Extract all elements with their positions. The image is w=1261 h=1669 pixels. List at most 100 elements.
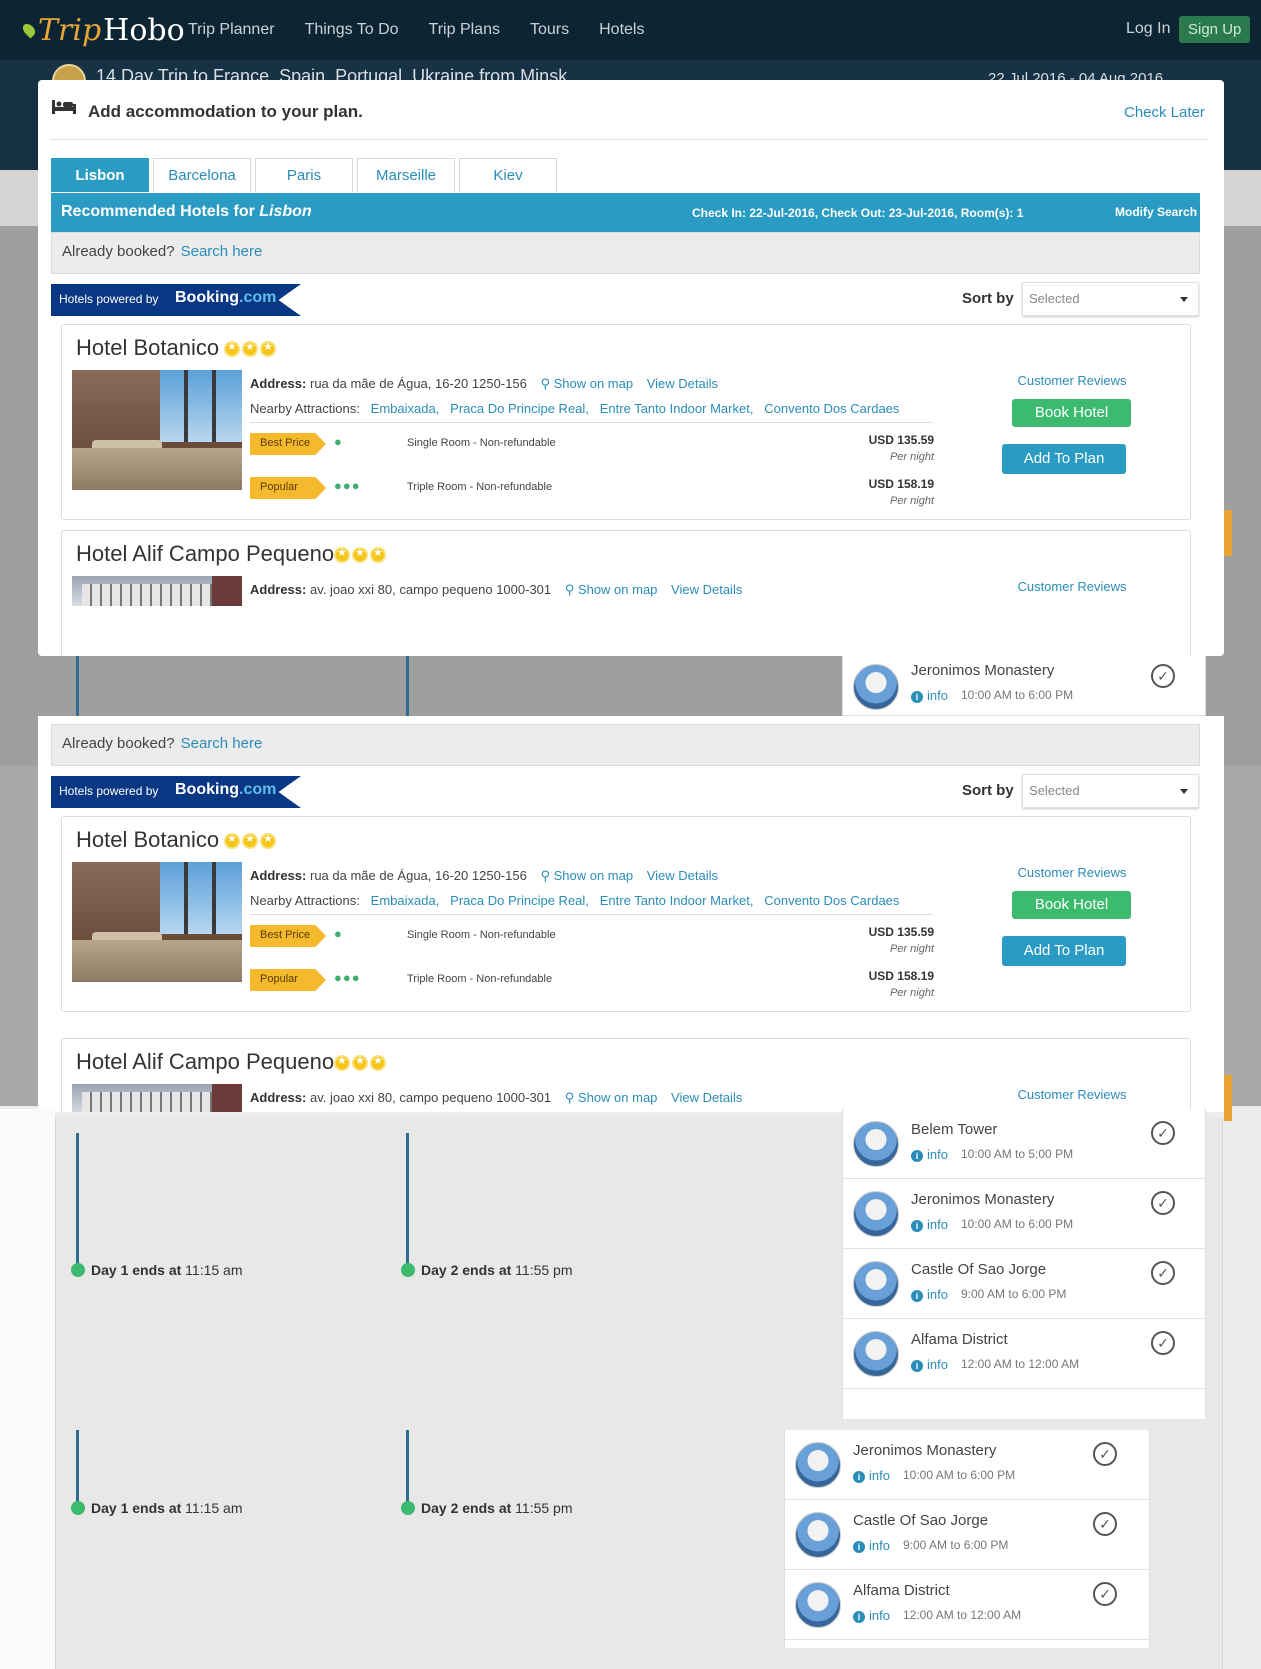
customer-reviews-link[interactable]: Customer Reviews bbox=[1012, 865, 1132, 880]
hotel-star-rating bbox=[334, 1054, 386, 1071]
star-icon bbox=[352, 1054, 368, 1071]
logo-trip-text: Trip bbox=[38, 12, 102, 48]
side-tab-lower bbox=[1224, 1075, 1232, 1121]
check-icon[interactable]: ✓ bbox=[1093, 1512, 1117, 1536]
show-on-map-link[interactable]: ⚲ Show on map bbox=[540, 376, 633, 391]
view-details-link[interactable]: View Details bbox=[671, 582, 742, 597]
attraction-item[interactable]: Jeronimos Monastery i info 10:00 AM to 6:… bbox=[843, 656, 1205, 716]
book-hotel-button[interactable]: Book Hotel bbox=[1012, 891, 1131, 919]
room-price: USD 135.59 bbox=[868, 433, 934, 447]
attraction-info-link[interactable]: i info bbox=[911, 1287, 948, 1302]
check-icon[interactable]: ✓ bbox=[1093, 1442, 1117, 1466]
book-hotel-button[interactable]: Book Hotel bbox=[1012, 399, 1131, 427]
attraction-info-link[interactable]: i info bbox=[911, 1147, 948, 1162]
hotel-photo[interactable] bbox=[72, 862, 242, 982]
customer-reviews-link[interactable]: Customer Reviews bbox=[1012, 373, 1132, 388]
star-icon bbox=[260, 832, 276, 849]
show-on-map-link[interactable]: ⚲ Show on map bbox=[540, 868, 633, 883]
per-night-label: Per night bbox=[889, 495, 934, 507]
show-on-map-link[interactable]: ⚲ Show on map bbox=[565, 582, 658, 597]
add-to-plan-button[interactable]: Add To Plan bbox=[1002, 936, 1126, 966]
nav-things-to-do[interactable]: Things To Do bbox=[305, 21, 399, 39]
nearby-link[interactable]: Convento Dos Cardaes bbox=[764, 893, 899, 908]
room-type: Single Room - Non-refundable bbox=[407, 929, 556, 941]
recommended-hotels-bar: Recommended Hotels for Lisbon Check In: … bbox=[51, 193, 1200, 232]
hotel-address: Address: av. joao xxi 80, campo pequeno … bbox=[250, 582, 743, 597]
hotel-name[interactable]: Hotel Botanico bbox=[76, 827, 219, 853]
attraction-info-link[interactable]: i info bbox=[853, 1538, 890, 1553]
hotel-name[interactable]: Hotel Alif Campo Pequeno bbox=[76, 541, 334, 567]
attraction-item[interactable]: Jeronimos Monastery i info 10:00 AM to 6:… bbox=[785, 1430, 1149, 1500]
view-details-link[interactable]: View Details bbox=[647, 868, 718, 883]
signup-button[interactable]: Sign Up bbox=[1179, 16, 1251, 43]
attraction-info-link[interactable]: i info bbox=[911, 688, 948, 703]
info-icon: i bbox=[911, 1290, 923, 1302]
add-to-plan-button[interactable]: Add To Plan bbox=[1002, 444, 1126, 474]
attraction-info-link[interactable]: i info bbox=[853, 1468, 890, 1483]
attraction-item[interactable]: Alfama District i info 12:00 AM to 12:00 … bbox=[785, 1570, 1149, 1640]
customer-reviews-link[interactable]: Customer Reviews bbox=[1012, 1087, 1132, 1102]
view-details-link[interactable]: View Details bbox=[671, 1090, 742, 1105]
attraction-name: Jeronimos Monastery bbox=[853, 1442, 997, 1459]
check-icon[interactable]: ✓ bbox=[1151, 664, 1175, 688]
attraction-item[interactable]: Jeronimos Monastery i info 10:00 AM to 6:… bbox=[843, 1179, 1205, 1249]
nearby-link[interactable]: Entre Tanto Indoor Market, bbox=[600, 401, 754, 416]
check-icon[interactable]: ✓ bbox=[1151, 1121, 1175, 1145]
search-here-link[interactable]: Search here bbox=[181, 243, 263, 260]
sort-select[interactable]: Selected bbox=[1022, 774, 1199, 808]
day1-timeline bbox=[76, 656, 79, 716]
tab-barcelona[interactable]: Barcelona bbox=[153, 158, 251, 192]
triphobo-logo[interactable]: Trip Hobo bbox=[20, 10, 185, 50]
nearby-link[interactable]: Embaixada, bbox=[371, 401, 440, 416]
login-link[interactable]: Log In bbox=[1126, 20, 1170, 38]
tab-marseille[interactable]: Marseille bbox=[357, 158, 455, 192]
attraction-item[interactable]: Belem Tower i info 10:00 AM to 5:00 PM ✓ bbox=[843, 1109, 1205, 1179]
nav-trip-plans[interactable]: Trip Plans bbox=[429, 21, 500, 39]
attraction-item[interactable]: Castle Of Sao Jorge i info 9:00 AM to 6:0… bbox=[785, 1500, 1149, 1570]
hotel-photo[interactable] bbox=[72, 1084, 242, 1112]
tab-lisbon[interactable]: Lisbon bbox=[51, 158, 149, 192]
modify-search-link[interactable]: Modify Search bbox=[1115, 205, 1197, 219]
hotel-address: Address: rua da mãe de Água, 16-20 1250-… bbox=[250, 376, 719, 391]
left-gutter bbox=[0, 1109, 55, 1669]
per-night-label: Per night bbox=[889, 987, 934, 999]
check-later-link[interactable]: Check Later bbox=[1124, 104, 1205, 121]
hotel-name[interactable]: Hotel Alif Campo Pequeno bbox=[76, 1049, 334, 1075]
check-icon[interactable]: ✓ bbox=[1151, 1261, 1175, 1285]
attraction-info-link[interactable]: i info bbox=[911, 1357, 948, 1372]
popular-badge: Popular bbox=[250, 969, 326, 991]
attraction-item[interactable]: Alfama District i info 12:00 AM to 12:00 … bbox=[843, 1319, 1205, 1389]
nearby-link[interactable]: Entre Tanto Indoor Market, bbox=[600, 893, 754, 908]
nav-trip-planner[interactable]: Trip Planner bbox=[188, 21, 275, 39]
sort-select[interactable]: Selected bbox=[1022, 282, 1199, 316]
check-icon[interactable]: ✓ bbox=[1151, 1191, 1175, 1215]
check-icon[interactable]: ✓ bbox=[1093, 1582, 1117, 1606]
nearby-link[interactable]: Praca Do Principe Real, bbox=[450, 401, 589, 416]
nearby-link[interactable]: Praca Do Principe Real, bbox=[450, 893, 589, 908]
nearby-link[interactable]: Convento Dos Cardaes bbox=[764, 401, 899, 416]
info-icon: i bbox=[911, 1360, 923, 1372]
hotel-name[interactable]: Hotel Botanico bbox=[76, 335, 219, 361]
tab-kiev[interactable]: Kiev bbox=[459, 158, 557, 192]
hotel-photo[interactable] bbox=[72, 370, 242, 490]
search-here-link[interactable]: Search here bbox=[181, 735, 263, 752]
sort-by-label: Sort by bbox=[962, 290, 1014, 307]
view-details-link[interactable]: View Details bbox=[647, 376, 718, 391]
nav-tours[interactable]: Tours bbox=[530, 21, 569, 39]
hotel-card: Hotel Botanico Address: rua da mãe de Ág… bbox=[61, 816, 1191, 1012]
customer-reviews-link[interactable]: Customer Reviews bbox=[1012, 579, 1132, 594]
show-on-map-link[interactable]: ⚲ Show on map bbox=[565, 1090, 658, 1105]
attraction-name: Belem Tower bbox=[911, 1121, 998, 1138]
hotel-card: Hotel Alif Campo Pequeno Address: av. jo… bbox=[61, 530, 1191, 656]
attraction-info-link[interactable]: i info bbox=[911, 1217, 948, 1232]
check-icon[interactable]: ✓ bbox=[1151, 1331, 1175, 1355]
tab-paris[interactable]: Paris bbox=[255, 158, 353, 192]
nearby-link[interactable]: Embaixada, bbox=[371, 893, 440, 908]
hotel-star-rating bbox=[224, 340, 276, 357]
attraction-info-link[interactable]: i info bbox=[853, 1608, 890, 1623]
nav-hotels[interactable]: Hotels bbox=[599, 21, 644, 39]
attraction-item[interactable]: Castle Of Sao Jorge i info 9:00 AM to 6:0… bbox=[843, 1249, 1205, 1319]
hotel-photo[interactable] bbox=[72, 576, 242, 606]
persons-icon: ●●● bbox=[334, 478, 361, 493]
person-icon: ● bbox=[334, 926, 343, 941]
